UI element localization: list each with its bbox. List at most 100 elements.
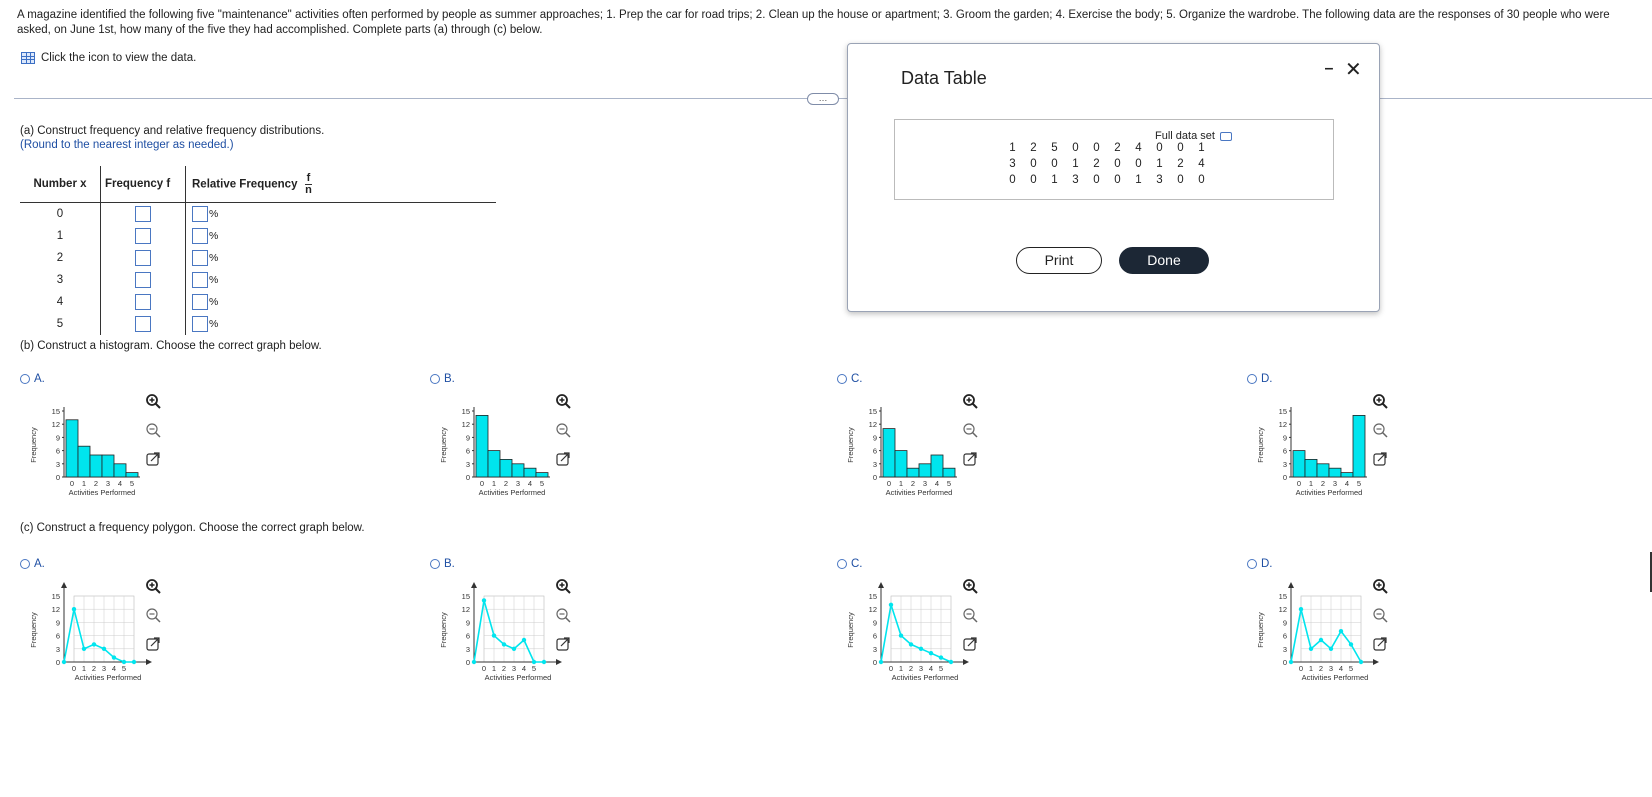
zoom-in-icon[interactable] [1371,577,1389,595]
close-icon[interactable]: ✕ [1345,60,1362,80]
frequency-input[interactable] [100,291,186,313]
frequency-input[interactable] [100,313,186,335]
frequency-answer-box[interactable] [135,228,151,244]
option-radio[interactable] [1247,559,1257,569]
data-table-dialog: Data Table – ✕ Full data set 12500240013… [847,43,1380,312]
open-in-new-window-icon[interactable] [144,450,162,468]
copy-icon[interactable] [1219,131,1232,141]
y-tick-label: 0 [56,658,60,667]
col-header-relative: Relative Frequency f n [185,166,496,203]
option-label[interactable]: C. [851,373,863,385]
frequency-input[interactable] [100,202,186,225]
y-tick-label: 6 [1283,632,1287,641]
frequency-answer-box[interactable] [135,272,151,288]
frequency-answer-box[interactable] [135,316,151,332]
zoom-out-icon[interactable] [144,421,162,439]
y-tick-label: 9 [466,618,470,627]
zoom-in-icon[interactable] [961,577,979,595]
y-axis-label: Frequency [439,612,448,648]
zoom-out-icon[interactable] [961,421,979,439]
zoom-out-icon[interactable] [144,606,162,624]
y-tick-label: 0 [466,658,470,667]
open-in-new-window-icon[interactable] [144,635,162,653]
full-data-set-link[interactable]: Full data set [1155,130,1232,142]
frequency-answer-box[interactable] [135,206,151,222]
option-radio[interactable] [430,559,440,569]
open-in-new-window-icon[interactable] [961,635,979,653]
option-radio[interactable] [837,374,847,384]
option-radio[interactable] [430,374,440,384]
relative-frequency-answer-box[interactable] [192,250,208,266]
histogram-bar [942,467,956,478]
frequency-input[interactable] [100,247,186,269]
minimize-button[interactable]: – [1322,61,1336,78]
zoom-in-icon[interactable] [554,577,572,595]
option-label[interactable]: A. [34,373,45,385]
open-in-new-window-icon[interactable] [1371,635,1389,653]
data-row: 1 2 5 0 0 2 4 0 0 1 [1002,142,1212,154]
option-b-bar[interactable]: B. [430,373,455,385]
zoom-out-icon[interactable] [1371,421,1389,439]
zoom-out-icon[interactable] [554,421,572,439]
option-label[interactable]: C. [851,558,863,570]
polygon-point [541,659,547,665]
x-tick-label: 3 [106,479,110,488]
view-data-label[interactable]: Click the icon to view the data. [41,52,196,64]
print-button[interactable]: Print [1016,247,1102,274]
zoom-in-icon[interactable] [144,392,162,410]
data-value: 0 [1030,158,1037,170]
option-label[interactable]: B. [444,558,455,570]
relative-frequency-answer-box[interactable] [192,228,208,244]
data-table-icon[interactable] [21,52,35,64]
x-tick-label: 1 [1309,479,1313,488]
option-c-bar[interactable]: C. [837,373,863,385]
frequency-input[interactable] [100,269,186,291]
expand-more-button[interactable]: … [807,93,839,105]
histogram-bar [101,454,115,478]
view-data-link[interactable]: Click the icon to view the data. [21,52,196,64]
option-radio[interactable] [20,559,30,569]
zoom-in-icon[interactable] [144,577,162,595]
open-in-new-window-icon[interactable] [1371,450,1389,468]
option-d-bar[interactable]: D. [1247,373,1273,385]
histogram-bar [499,459,513,478]
full-data-set-label[interactable]: Full data set [1155,130,1215,142]
relative-frequency-answer-box[interactable] [192,272,208,288]
option-radio[interactable] [1247,374,1257,384]
frequency-input[interactable] [100,225,186,247]
option-a-line[interactable]: A. [20,558,45,570]
polygon-point [481,598,487,603]
open-in-new-window-icon[interactable] [554,450,572,468]
frequency-answer-box[interactable] [135,294,151,310]
polygon-point [1358,659,1364,665]
frequency-answer-box[interactable] [135,250,151,266]
option-label[interactable]: B. [444,373,455,385]
option-radio[interactable] [837,559,847,569]
option-label[interactable]: A. [34,558,45,570]
zoom-out-icon[interactable] [554,606,572,624]
open-in-new-window-icon[interactable] [961,450,979,468]
polygon-point [888,602,894,607]
table-row: 3% [20,269,496,291]
option-c-line[interactable]: C. [837,558,863,570]
option-label[interactable]: D. [1261,558,1273,570]
zoom-in-icon[interactable] [554,392,572,410]
option-a-bar[interactable]: A. [20,373,45,385]
option-label[interactable]: D. [1261,373,1273,385]
zoom-in-icon[interactable] [1371,392,1389,410]
zoom-out-icon[interactable] [1371,606,1389,624]
x-tick-label: 4 [1345,479,1349,488]
zoom-in-icon[interactable] [961,392,979,410]
done-button[interactable]: Done [1119,247,1209,274]
zoom-out-icon[interactable] [961,606,979,624]
option-b-line[interactable]: B. [430,558,455,570]
relative-frequency-answer-box[interactable] [192,206,208,222]
option-d-line[interactable]: D. [1247,558,1273,570]
relative-frequency-answer-box[interactable] [192,294,208,310]
relative-frequency-answer-box[interactable] [192,316,208,332]
row-x-value: 5 [20,313,101,335]
open-in-new-window-icon[interactable] [554,635,572,653]
option-radio[interactable] [20,374,30,384]
y-axis-label: Frequency [846,612,855,648]
part-b-prompt: (b) Construct a histogram. Choose the co… [20,340,322,352]
